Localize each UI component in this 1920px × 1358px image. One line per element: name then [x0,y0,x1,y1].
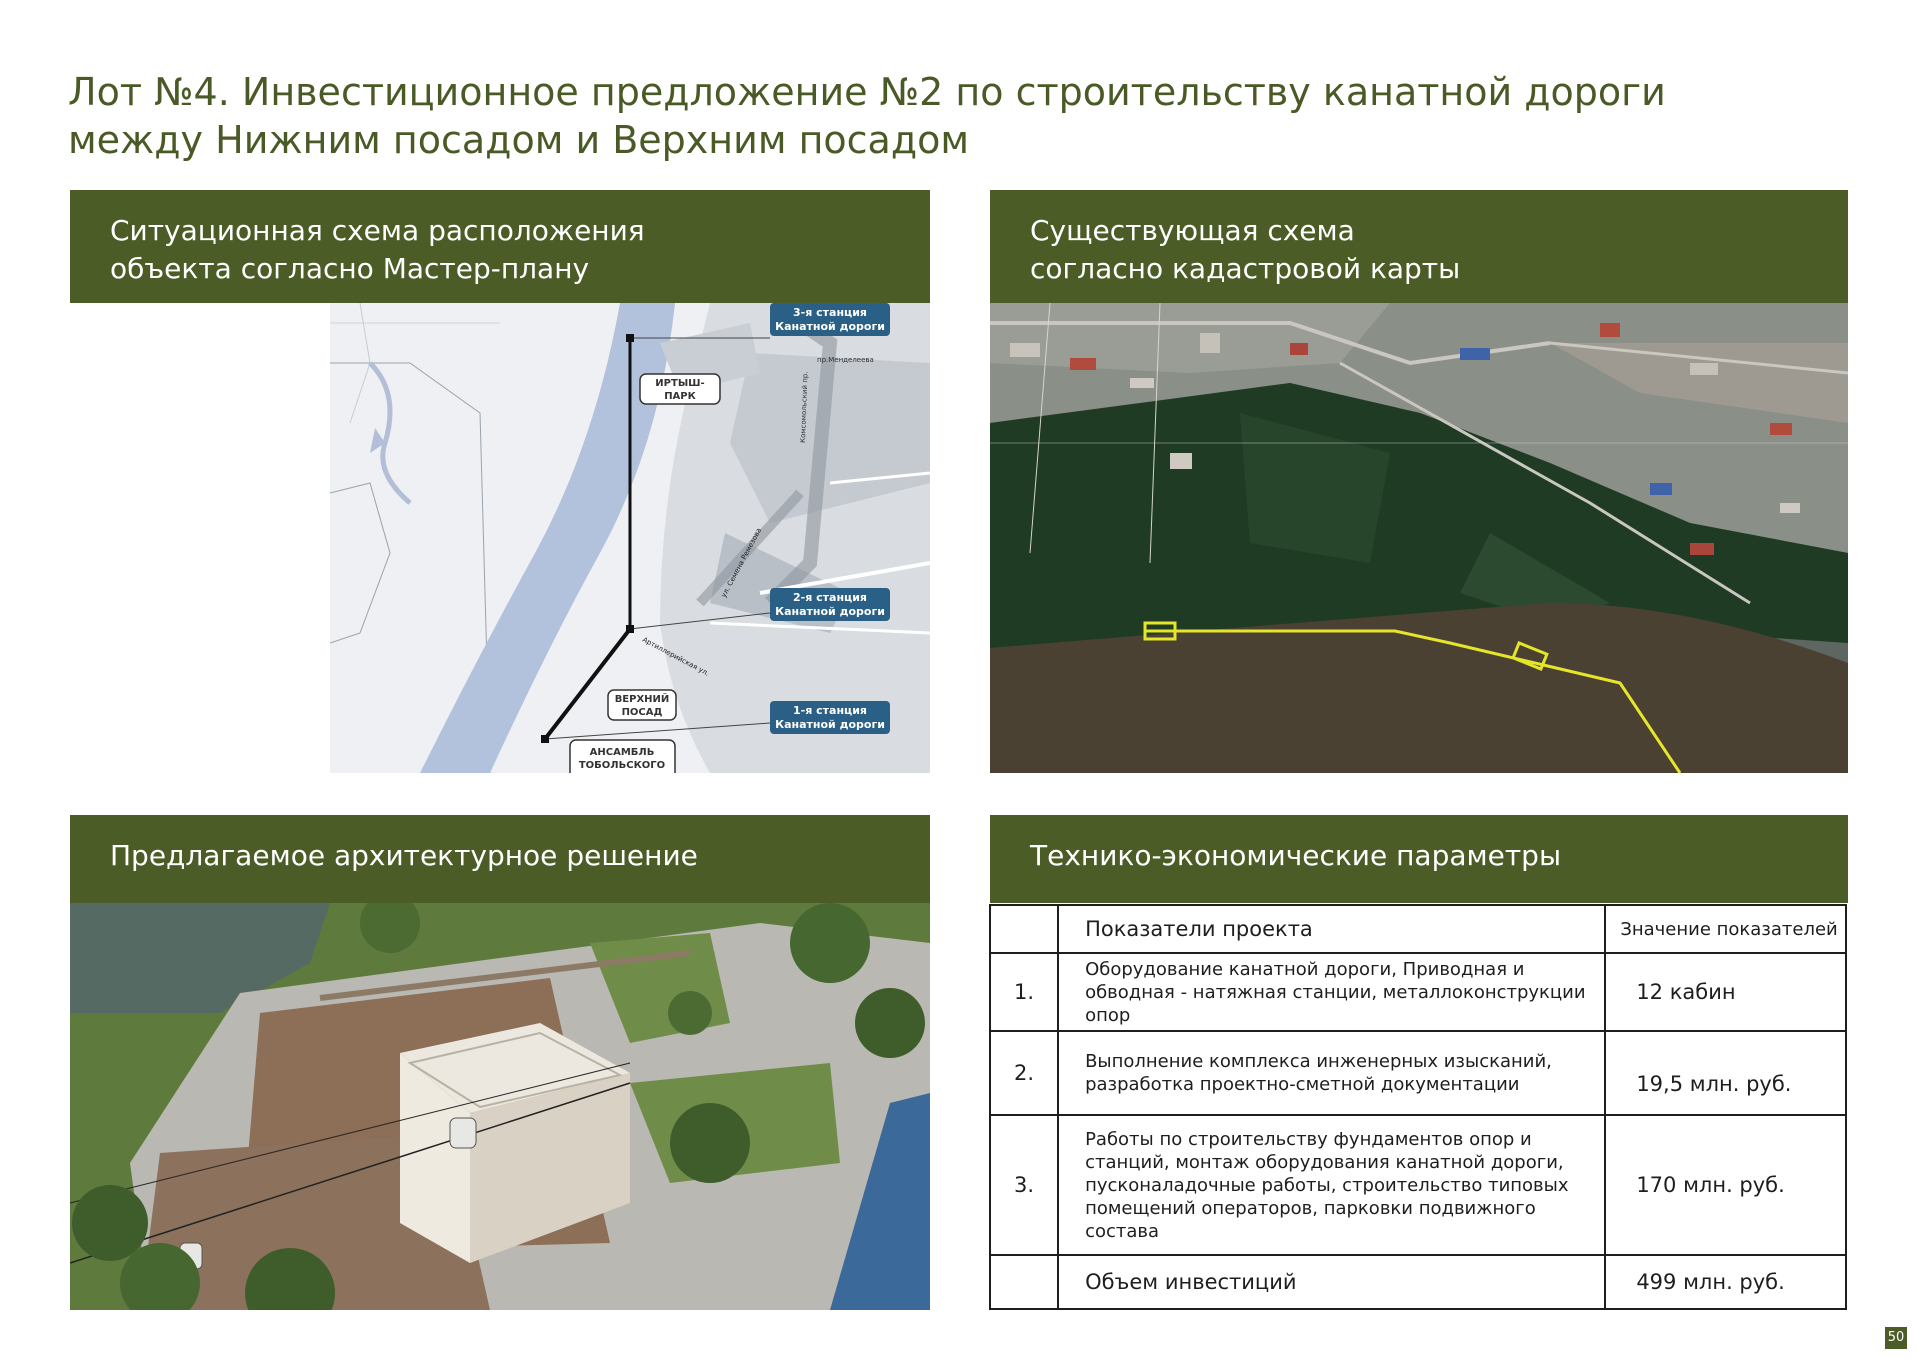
map-label-irtysh-park: ИРТЫШ- ПАРК [639,373,721,405]
total-name: Объем инвестиций [1057,1254,1607,1310]
ensemble-line-2: ТОБОЛЬСКОГО [579,760,665,771]
ensemble-line-1: АНСАМБЛЬ [590,747,655,758]
cadastral-satellite-image [990,303,1848,773]
irtysh-park-line-2: ПАРК [664,391,696,402]
architecture-render-image [70,903,930,1310]
station-1-line-1: 1-я станция [793,704,867,717]
page-title: Лот №4. Инвестиционное предложение №2 по… [68,68,1668,164]
row-num: 3. [988,1114,1060,1256]
params-header-line-1: Технико-экономические параметры [1030,839,1562,872]
station-3-line-2: Канатной дороги [775,320,885,333]
upper-posad-line-1: ВЕРХНИЙ [615,692,670,705]
params-table: Показатели проекта Значение показателей … [988,904,1847,1310]
map-label-upper-posad: ВЕРХНИЙ ПОСАД [607,689,677,721]
station-1-line-2: Канатной дороги [775,718,885,731]
station-2-badge: 2-я станция Канатной дороги [770,588,890,621]
irtysh-park-line-1: ИРТЫШ- [655,378,704,389]
header-num-cell [988,904,1060,954]
row-num: 2. [988,1030,1060,1116]
row-value: 170 млн. руб. [1604,1114,1847,1256]
map-label-ensemble: АНСАМБЛЬ ТОБОЛЬСКОГО [569,739,676,773]
upper-posad-line-2: ПОСАД [622,707,663,718]
street-mendeleeva: пр.Менделеева [817,356,874,364]
page-number: 50 [1885,1327,1907,1349]
station-2-line-1: 2-я станция [793,591,867,604]
architecture-header-line-1: Предлагаемое архитектурное решение [110,839,698,872]
row-num: 1. [988,952,1060,1032]
cadastral-header-line-2: согласно кадастровой карты [1030,252,1461,285]
row-value: 12 кабин [1604,952,1847,1032]
row-name: Оборудование канатной дороги, Приводная … [1057,952,1607,1032]
situation-header-line-2: объекта согласно Мастер-плану [110,252,590,285]
station-2-line-2: Канатной дороги [775,605,885,618]
station-1-badge: 1-я станция Канатной дороги [770,701,890,734]
station-3-badge: 3-я станция Канатной дороги [770,303,890,336]
total-value: 499 млн. руб. [1604,1254,1847,1310]
table-row: 2. Выполнение комплекса инженерных изыск… [988,1030,1847,1116]
situation-map: ИРТЫШ- ПАРК ВЕРХНИЙ ПОСАД АНСАМБЛЬ ТОБОЛ… [330,303,930,773]
cadastral-panel-header: Существующая схема согласно кадастровой … [990,190,1848,303]
cadastral-header-line-1: Существующая схема [1030,214,1355,247]
table-header-row: Показатели проекта Значение показателей [988,904,1847,954]
situation-panel-header: Ситуационная схема расположения объекта … [70,190,930,303]
params-panel-header: Технико-экономические параметры [990,815,1848,903]
page-title-line-2: между Нижним посадом и Верхним посадом [68,118,970,162]
total-num-cell [988,1254,1060,1310]
page-title-line-1: Лот №4. Инвестиционное предложение №2 по… [68,70,1666,114]
row-name: Выполнение комплекса инженерных изыскани… [1057,1030,1607,1116]
row-name: Работы по строительству фундаментов опор… [1057,1114,1607,1256]
architecture-panel-header: Предлагаемое архитектурное решение [70,815,930,903]
row-value: 19,5 млн. руб. [1604,1030,1847,1116]
header-name-cell: Показатели проекта [1057,904,1607,954]
table-row: 3. Работы по строительству фундаментов о… [988,1114,1847,1256]
table-row: 1. Оборудование канатной дороги, Приводн… [988,952,1847,1032]
situation-header-line-1: Ситуационная схема расположения [110,214,645,247]
table-total-row: Объем инвестиций 499 млн. руб. [988,1254,1847,1310]
header-value-cell: Значение показателей [1604,904,1847,954]
station-3-line-1: 3-я станция [793,306,867,319]
